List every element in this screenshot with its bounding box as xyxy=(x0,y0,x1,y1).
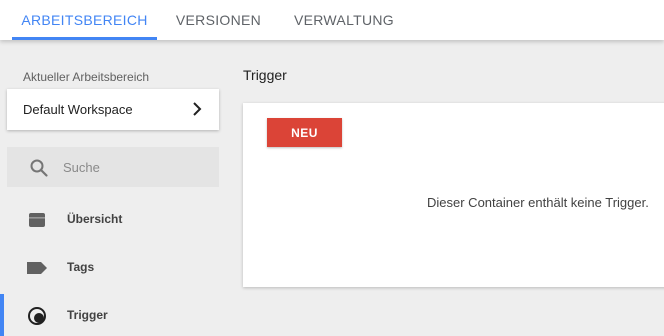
workspace-caption: Aktueller Arbeitsbereich xyxy=(23,70,150,84)
sidebar-item-label: Tags xyxy=(67,260,95,274)
tab-versions[interactable]: VERSIONEN xyxy=(170,0,267,40)
sidebar-item-label: Übersicht xyxy=(67,212,123,226)
sidebar-item-tags[interactable]: Tags xyxy=(0,246,230,290)
page-title: Trigger xyxy=(243,67,287,83)
sidebar-item-label: Trigger xyxy=(67,308,108,322)
sidebar-item-overview[interactable]: Übersicht xyxy=(0,198,230,242)
new-trigger-button[interactable]: NEU xyxy=(267,118,342,147)
folder-icon xyxy=(29,213,45,227)
tab-workspace[interactable]: ARBEITSBEREICH xyxy=(12,0,157,40)
trigger-list-card: NEU Dieser Container enthält keine Trigg… xyxy=(243,103,664,287)
workspace-name: Default Workspace xyxy=(23,102,133,117)
workspace-selector[interactable]: Default Workspace xyxy=(7,89,219,130)
search-input[interactable] xyxy=(63,155,213,179)
search-icon xyxy=(30,159,48,177)
tag-icon xyxy=(27,262,47,274)
sidebar-item-trigger[interactable]: Trigger xyxy=(0,294,230,336)
search-box xyxy=(7,147,219,187)
tab-admin[interactable]: VERWALTUNG xyxy=(286,0,402,40)
top-tab-bar: ARBEITSBEREICH VERSIONEN VERWALTUNG xyxy=(0,0,664,40)
chevron-right-icon xyxy=(193,102,202,116)
empty-state-message: Dieser Container enthält keine Trigger. xyxy=(427,195,649,210)
trigger-icon xyxy=(28,307,46,325)
